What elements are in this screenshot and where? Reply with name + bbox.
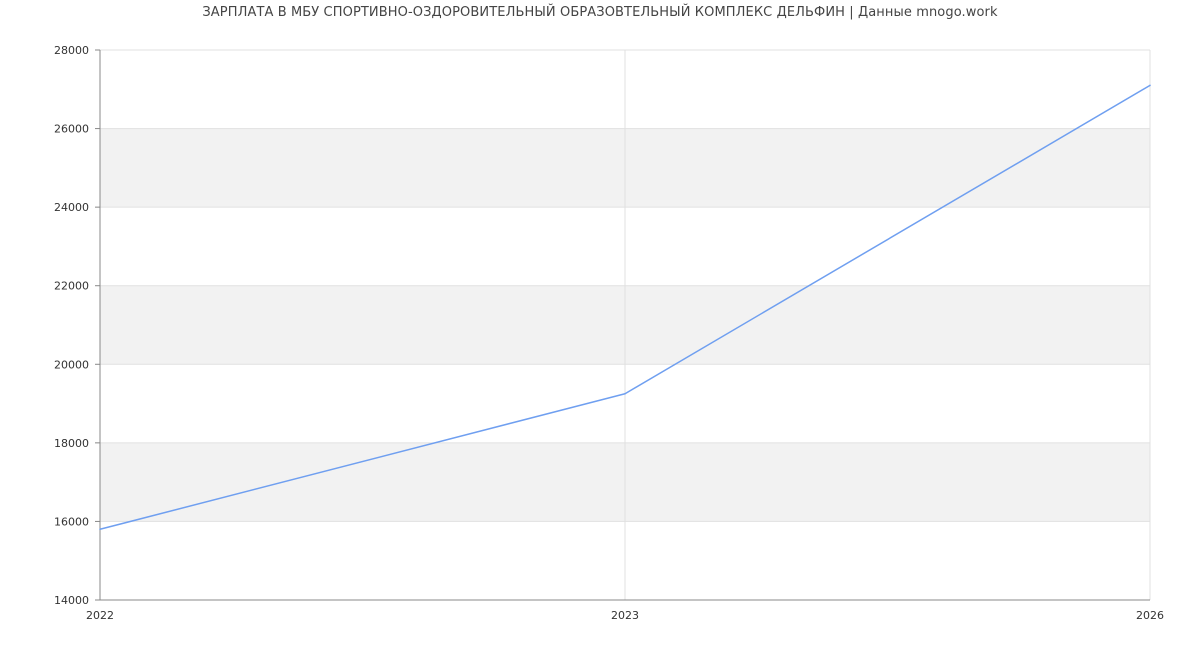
y-tick-label: 20000 — [54, 358, 89, 371]
y-tick-label: 24000 — [54, 201, 89, 214]
data-point — [1149, 84, 1151, 87]
y-tick-label: 26000 — [54, 123, 89, 136]
y-tick-label: 14000 — [54, 594, 89, 607]
y-tick-label: 22000 — [54, 280, 89, 293]
y-tick-labels: 14000 16000 18000 20000 22000 24000 26000 28000 — [54, 44, 89, 607]
data-point — [99, 528, 101, 531]
y-tick-label: 16000 — [54, 515, 89, 528]
x-tick-label: 2022 — [86, 609, 114, 622]
x-tick-labels: 2022 2023 2026 — [86, 609, 1164, 622]
x-tick-label: 2026 — [1136, 609, 1164, 622]
line-chart: 14000 16000 18000 20000 22000 24000 26000 28000… — [54, 44, 1164, 622]
data-point — [624, 392, 626, 395]
x-tick-label: 2023 — [611, 609, 639, 622]
y-tick-label: 28000 — [54, 44, 89, 57]
y-tick-label: 18000 — [54, 437, 89, 450]
